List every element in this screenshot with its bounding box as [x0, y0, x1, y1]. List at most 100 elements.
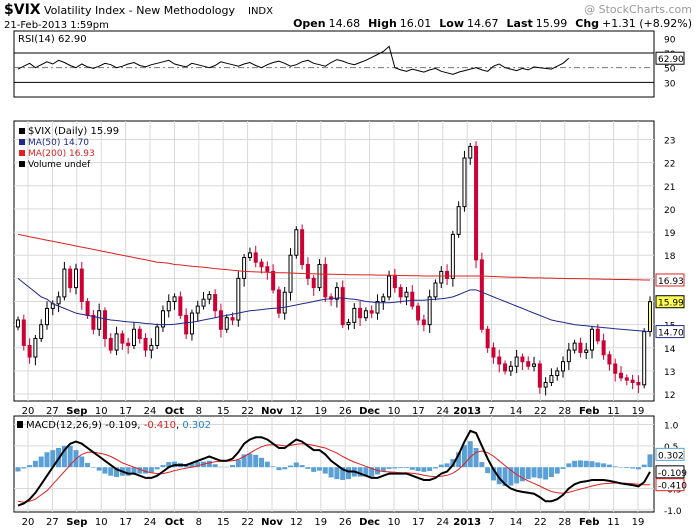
price-tick-label: 22	[664, 160, 675, 170]
high-value: 16.01	[400, 17, 432, 30]
candle-body	[636, 381, 641, 386]
candle-body	[578, 342, 583, 353]
candle-body	[410, 291, 415, 307]
candle-body	[311, 277, 316, 289]
candle-body	[39, 324, 44, 340]
macd-histogram-bar	[479, 462, 485, 468]
candle-body	[230, 317, 235, 321]
price-x-label: 2013	[453, 406, 481, 417]
macd-histogram-bar	[432, 467, 438, 469]
rsi-panel: 90705030RSI(14) 62.9062.90	[13, 30, 685, 98]
price-tick-label: 19	[664, 229, 676, 239]
price-tick-label: 23	[664, 137, 675, 147]
macd-histogram-bar	[32, 460, 38, 468]
macd-histogram-bar	[44, 452, 50, 468]
macd-x-label: 11	[607, 517, 620, 528]
rsi-last-value-tag: 62.90	[658, 55, 684, 65]
macd-histogram-bar	[270, 466, 276, 468]
open-value: 14.68	[329, 17, 361, 30]
candle-body	[317, 263, 322, 289]
candle-body	[149, 344, 154, 351]
macd-histogram-bar	[531, 467, 537, 478]
price-x-label: 19	[632, 406, 645, 417]
candle-body	[526, 361, 531, 367]
candle-body	[555, 370, 560, 377]
macd-histogram-bar	[485, 467, 491, 474]
candle-body	[300, 229, 305, 265]
macd-last-tag: -0.109	[658, 469, 687, 479]
candle-body	[282, 291, 287, 314]
price-legend-item: Volume undef	[28, 160, 91, 170]
macd-x-label: 22	[241, 517, 254, 528]
candle-body	[508, 365, 513, 372]
macd-histogram-bar	[21, 467, 27, 469]
macd-histogram-bar	[548, 467, 554, 478]
candle-body	[479, 259, 484, 330]
macd-histogram-bar	[386, 467, 392, 469]
chart-name: Volatility Index - New Methodology	[44, 4, 235, 17]
candle-body	[433, 282, 438, 298]
macd-x-label: 20	[22, 517, 35, 528]
candle-body	[427, 296, 432, 326]
chart-copyright: @ StockCharts.com	[584, 3, 692, 16]
price-x-label: 20	[22, 406, 35, 417]
candle-body	[566, 349, 571, 363]
price-panel: 1213141516171819202122232027Sep101724Oct…	[13, 120, 685, 417]
macd-histogram-bar	[224, 466, 230, 468]
macd-histogram-bar	[67, 445, 73, 468]
macd-tick-label: -1.0	[664, 507, 682, 517]
candle-body	[178, 296, 183, 316]
macd-histogram-bar	[589, 461, 595, 468]
macd-histogram-bar	[206, 460, 212, 468]
candle-body	[584, 349, 589, 353]
candle-body	[398, 287, 403, 298]
candle-body	[213, 294, 218, 312]
macd-histogram-bar	[90, 467, 96, 468]
ma50-last-tag: 14.70	[658, 329, 684, 339]
price-x-label: 27	[46, 406, 59, 417]
price-x-label: 12	[290, 406, 303, 417]
chg-value: +1.31 (+8.92%)	[602, 17, 692, 30]
price-tick-label: 12	[664, 391, 675, 401]
macd-legend-signal: -0.410	[144, 420, 176, 431]
candle-body	[172, 296, 177, 302]
price-x-label: Oct	[165, 406, 184, 417]
macd-histogram-bar	[566, 463, 572, 468]
macd-histogram-bar	[334, 467, 340, 480]
price-x-label: 22	[241, 406, 254, 417]
price-tick-label: 14	[664, 345, 676, 355]
candle-body	[102, 310, 107, 340]
chg-label: Chg	[575, 17, 599, 30]
macd-histogram-bar	[630, 467, 636, 469]
candle-body	[44, 307, 49, 326]
candle-body	[91, 314, 96, 330]
macd-histogram-bar	[15, 467, 21, 472]
candle-body	[79, 268, 84, 302]
candle-body	[624, 377, 629, 381]
chart-symbol: $VIX	[4, 2, 41, 18]
macd-histogram-bar	[288, 465, 294, 468]
macd-x-label: 26	[339, 517, 352, 528]
macd-histogram-bar	[85, 462, 91, 468]
candle-body	[218, 310, 223, 330]
candle-body	[491, 347, 496, 358]
macd-histogram-bar	[612, 466, 618, 468]
macd-histogram-bar	[398, 467, 404, 469]
candle-body	[166, 300, 171, 312]
candle-body	[630, 379, 635, 383]
macd-histogram-bar	[635, 467, 641, 470]
macd-histogram-bar	[154, 467, 160, 470]
chart-datetime: 21-Feb-2013 1:59pm	[4, 20, 109, 31]
macd-x-label: 12	[290, 517, 303, 528]
macd-histogram-bar	[311, 467, 317, 472]
macd-x-label: 2013	[453, 517, 481, 528]
macd-x-label: 14	[510, 517, 523, 528]
macd-histogram-bar	[218, 466, 224, 468]
macd-histogram-bar	[606, 464, 612, 468]
price-legend-swatch	[19, 161, 25, 167]
quote-line: Open 14.68 High 16.01 Low 14.67 Last 15.99 Chg +1…	[293, 17, 692, 30]
macd-histogram-bar	[624, 467, 630, 469]
candle-body	[537, 363, 542, 388]
macd-histogram-bar	[543, 467, 549, 480]
price-x-label: 14	[510, 406, 523, 417]
